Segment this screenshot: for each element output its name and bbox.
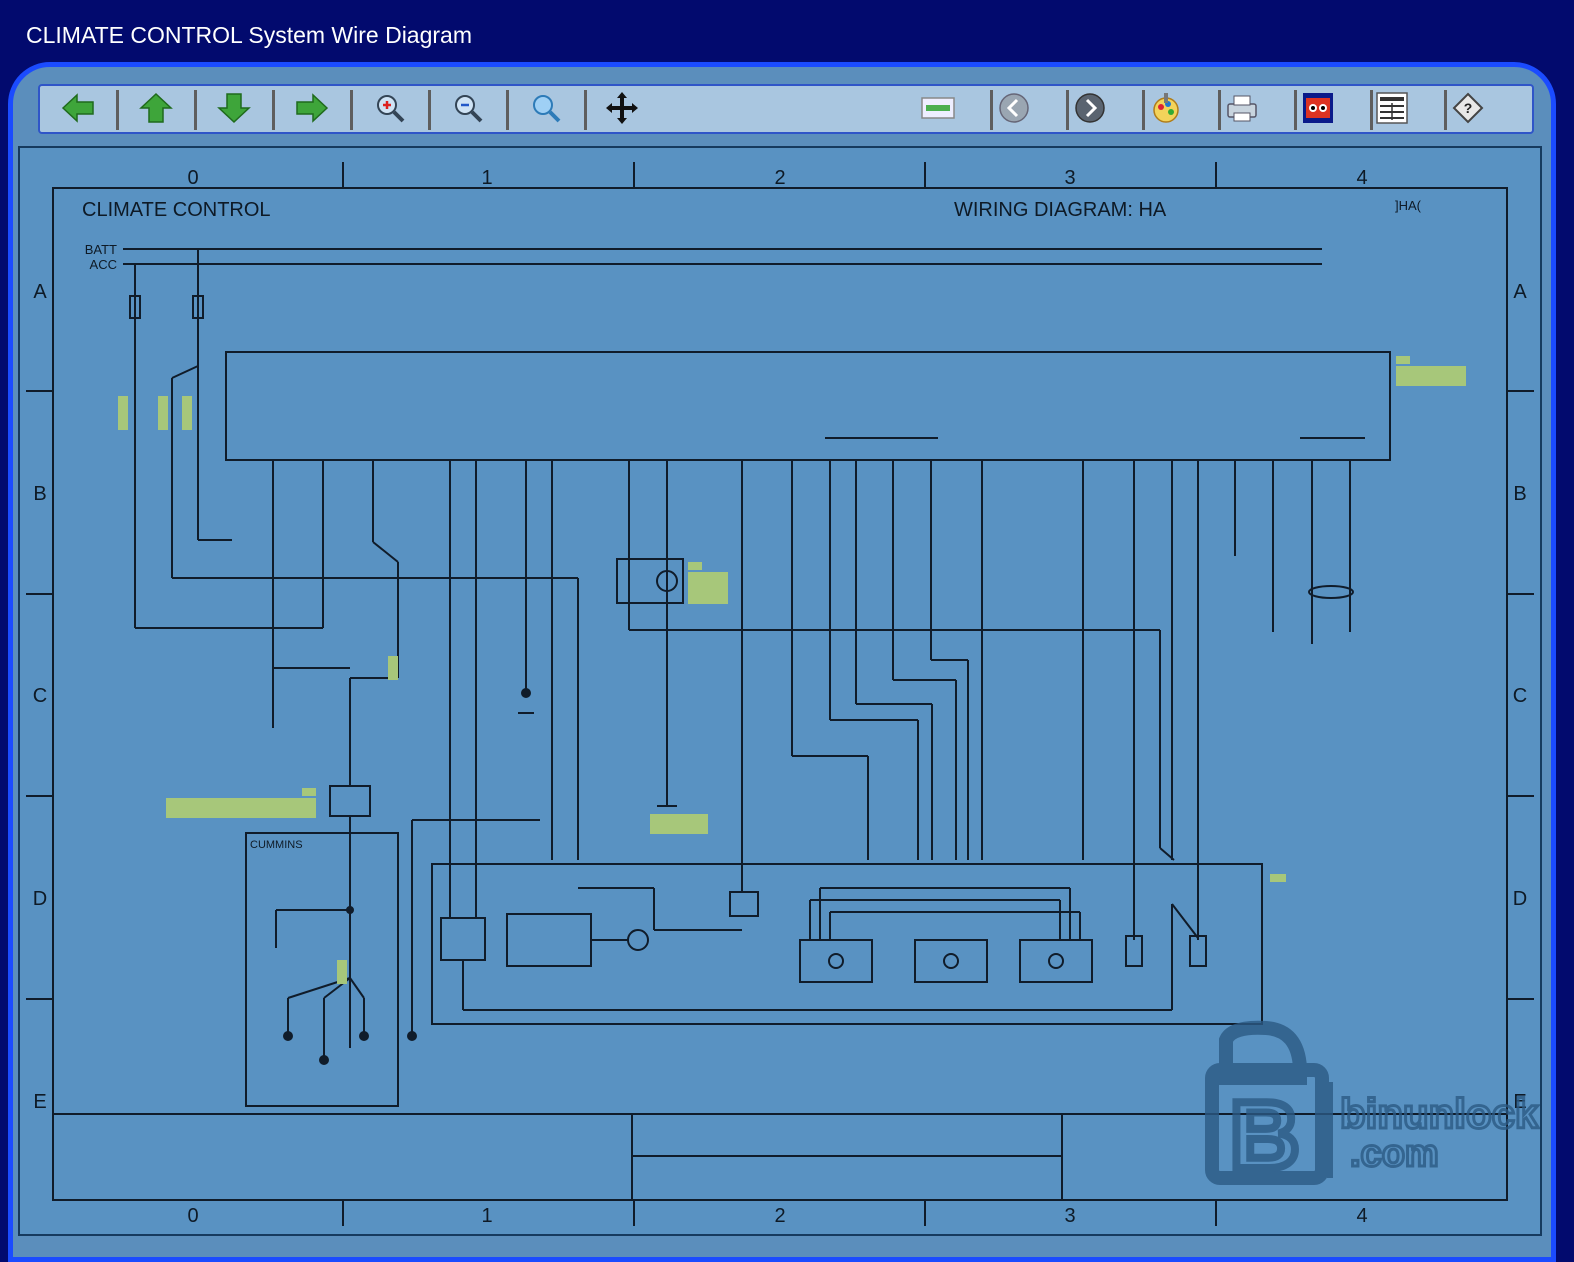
row-label-left-e: E xyxy=(33,1091,46,1113)
zoom-fit-button[interactable] xyxy=(528,92,564,128)
view-mode-icon xyxy=(1302,92,1334,129)
in-car-sensor xyxy=(440,917,486,961)
row-label-right-a: A xyxy=(1513,281,1527,303)
toolbar: ? xyxy=(38,84,1534,134)
watermark-line2: .com xyxy=(1350,1133,1439,1175)
col-label-top-1: 1 xyxy=(481,167,492,189)
zoom-in-button[interactable] xyxy=(372,92,408,128)
row-label-left-d: D xyxy=(33,888,47,910)
next-icon xyxy=(1074,92,1106,129)
arrow-down-button[interactable] xyxy=(216,92,252,128)
col-label-top-3: 3 xyxy=(1064,167,1075,189)
view-mode-button[interactable] xyxy=(1300,92,1336,128)
col-label-bottom-0: 0 xyxy=(187,1205,198,1227)
col-label-bottom-1: 1 xyxy=(481,1205,492,1227)
toolbar-separator xyxy=(506,90,509,130)
row-label-right-c: C xyxy=(1513,685,1527,707)
print-icon xyxy=(1225,93,1259,128)
compressor-clutch xyxy=(329,785,371,817)
next-button[interactable] xyxy=(1072,92,1108,128)
arrow-right-button[interactable] xyxy=(294,92,330,128)
col-label-top-0: 0 xyxy=(187,167,198,189)
color-button[interactable] xyxy=(1148,92,1184,128)
list-button[interactable] xyxy=(1374,91,1410,129)
diagram-heading-left: CLIMATE CONTROL xyxy=(82,199,271,221)
zoom-out-icon xyxy=(452,92,484,129)
toolbar-separator xyxy=(350,90,353,130)
window-title: CLIMATE CONTROL System Wire Diagram xyxy=(26,22,472,48)
toolbar-separator xyxy=(272,90,275,130)
row-label-right-d: D xyxy=(1513,888,1527,910)
toolbar-separator xyxy=(584,90,587,130)
col-label-top-2: 2 xyxy=(774,167,785,189)
col-label-bottom-4: 4 xyxy=(1356,1205,1367,1227)
col-label-top-4: 4 xyxy=(1356,167,1367,189)
batt-label: BATT xyxy=(85,242,117,257)
wiring-diagram: 0 1 2 3 4 0 1 2 3 4 A B C D E A B C D E … xyxy=(26,162,1540,1227)
svg-text:B: B xyxy=(1230,1082,1299,1189)
row-label-left-c: C xyxy=(33,685,47,707)
cummins-label: CUMMINS xyxy=(250,839,303,851)
pan-icon xyxy=(605,91,639,130)
watermark-line1: binunlock xyxy=(1340,1090,1539,1137)
motor-relay-block xyxy=(616,558,684,604)
help-icon: ? xyxy=(1452,92,1484,129)
cummins-box xyxy=(245,832,399,1107)
mode-actuator xyxy=(799,939,873,983)
control-unit-box xyxy=(225,351,1391,461)
pan-button[interactable] xyxy=(604,91,640,130)
zoom-fit-icon xyxy=(530,92,562,129)
row-label-left-a: A xyxy=(33,281,47,303)
page-code: ]HA( xyxy=(1395,198,1422,213)
air-mix-actuator xyxy=(914,939,988,983)
water-valve xyxy=(729,891,759,917)
arrow-left-button[interactable] xyxy=(60,92,96,128)
list-icon xyxy=(1376,91,1408,129)
color-icon xyxy=(1150,92,1182,129)
arrow-up-button[interactable] xyxy=(138,92,174,128)
toolbar-separator xyxy=(116,90,119,130)
row-label-right-b: B xyxy=(1513,483,1526,505)
connector-view-button[interactable] xyxy=(920,92,956,128)
col-label-bottom-3: 3 xyxy=(1064,1205,1075,1227)
diagram-canvas[interactable]: 0 1 2 3 4 0 1 2 3 4 A B C D E A B C D E … xyxy=(18,146,1542,1236)
zoom-out-button[interactable] xyxy=(450,92,486,128)
toolbar-separator xyxy=(1066,90,1069,130)
print-button[interactable] xyxy=(1224,92,1260,128)
toolbar-separator xyxy=(990,90,993,130)
arrow-right-icon xyxy=(295,92,329,128)
help-button[interactable]: ? xyxy=(1450,92,1486,128)
intake-actuator xyxy=(1019,939,1093,983)
toolbar-separator xyxy=(1218,90,1221,130)
toolbar-separator xyxy=(194,90,197,130)
svg-text:?: ? xyxy=(1464,100,1473,116)
zoom-in-icon xyxy=(374,92,406,129)
signal-wires xyxy=(272,460,1351,861)
fan-symbol xyxy=(1308,585,1354,599)
row-label-left-b: B xyxy=(33,483,46,505)
toolbar-separator xyxy=(1444,90,1447,130)
toolbar-separator xyxy=(1370,90,1373,130)
connector-view-icon xyxy=(921,95,955,126)
arrow-down-icon xyxy=(217,92,251,129)
acc-label: ACC xyxy=(90,257,117,272)
previous-button[interactable] xyxy=(996,92,1032,128)
arrow-up-icon xyxy=(139,92,173,129)
toolbar-separator xyxy=(428,90,431,130)
blower-control xyxy=(506,913,592,967)
watermark: B binunlock .com xyxy=(1205,1020,1540,1193)
diagram-heading-right: WIRING DIAGRAM: HA xyxy=(954,199,1167,221)
arrow-left-icon xyxy=(61,92,95,128)
toolbar-separator xyxy=(1294,90,1297,130)
toolbar-separator xyxy=(1142,90,1145,130)
previous-icon xyxy=(998,92,1030,129)
col-label-bottom-2: 2 xyxy=(774,1205,785,1227)
